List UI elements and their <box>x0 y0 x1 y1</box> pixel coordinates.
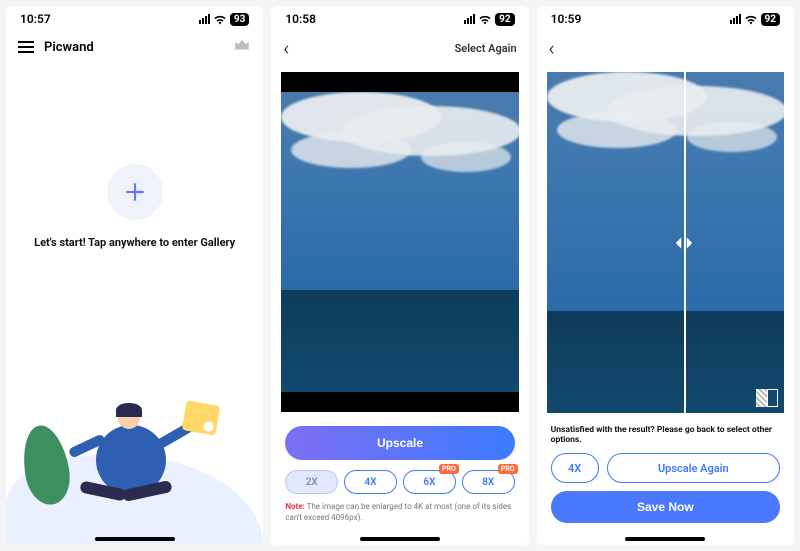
screen-result: 10:59 92 ‹ Unsatisfied with the result? … <box>537 6 794 545</box>
pro-badge: PRO <box>498 464 518 474</box>
status-time: 10:59 <box>551 12 582 26</box>
menu-icon[interactable] <box>18 41 34 53</box>
compare-preview <box>547 72 784 413</box>
home-indicator[interactable] <box>95 537 175 541</box>
result-message: Unsatisfied with the result? Please go b… <box>551 425 780 445</box>
image-preview <box>281 72 518 412</box>
scale-4x-button[interactable]: 4X <box>344 470 397 494</box>
status-indicators: 92 <box>730 13 780 26</box>
status-bar: 10:57 93 <box>6 6 263 32</box>
wifi-icon <box>214 14 226 24</box>
status-bar: 10:59 92 <box>537 6 794 32</box>
cellular-icon <box>464 14 475 24</box>
select-again-button[interactable]: Select Again <box>455 42 517 55</box>
battery-indicator: 93 <box>230 13 249 26</box>
scale-8x-button[interactable]: 8XPRO <box>462 470 515 494</box>
status-time: 10:58 <box>285 12 316 26</box>
result-header: ‹ <box>537 32 794 66</box>
save-now-button[interactable]: Save Now <box>551 491 780 523</box>
cellular-icon <box>730 14 741 24</box>
status-time: 10:57 <box>20 12 51 26</box>
options-header: ‹ Select Again <box>271 32 528 66</box>
scale-2x-button[interactable]: 2X <box>285 470 338 494</box>
start-prompt: Let's start! Tap anywhere to enter Galle… <box>34 236 235 249</box>
screen-upscale-options: 10:58 92 ‹ Select Again Upscale 2X 4X 6X… <box>271 6 528 545</box>
status-bar: 10:58 92 <box>271 6 528 32</box>
options-panel: Upscale 2X 4X 6XPRO 8XPRO Note: The imag… <box>271 418 528 545</box>
compare-toggle-icon[interactable] <box>756 389 778 407</box>
app-title: Picwand <box>44 40 94 55</box>
note-text: Note: The image can be enlarged to 4K at… <box>285 502 514 523</box>
screen-home: 10:57 93 Picwand Let's start! Tap anywhe… <box>6 6 263 545</box>
battery-indicator: 92 <box>761 13 780 26</box>
compare-slider-handle[interactable] <box>672 231 696 255</box>
pro-badge: PRO <box>439 464 459 474</box>
plus-icon <box>122 179 148 205</box>
crown-icon[interactable] <box>233 36 251 58</box>
back-button[interactable]: ‹ <box>549 36 555 60</box>
wifi-icon <box>479 14 491 24</box>
battery-indicator: 92 <box>495 13 514 26</box>
result-panel: Unsatisfied with the result? Please go b… <box>537 419 794 545</box>
back-button[interactable]: ‹ <box>283 36 289 60</box>
add-photo-button[interactable] <box>107 164 163 220</box>
home-indicator[interactable] <box>625 537 705 541</box>
status-indicators: 92 <box>464 13 514 26</box>
wifi-icon <box>745 14 757 24</box>
cellular-icon <box>199 14 210 24</box>
scale-options: 2X 4X 6XPRO 8XPRO <box>285 470 514 494</box>
upscale-button[interactable]: Upscale <box>285 426 514 460</box>
illustration <box>6 375 263 545</box>
home-indicator[interactable] <box>360 537 440 541</box>
scale-6x-button[interactable]: 6XPRO <box>403 470 456 494</box>
home-content[interactable]: Let's start! Tap anywhere to enter Galle… <box>6 64 263 545</box>
app-header: Picwand <box>6 32 263 64</box>
scale-4x-indicator[interactable]: 4X <box>551 453 599 483</box>
status-indicators: 93 <box>199 13 249 26</box>
upscale-again-button[interactable]: Upscale Again <box>607 453 780 483</box>
